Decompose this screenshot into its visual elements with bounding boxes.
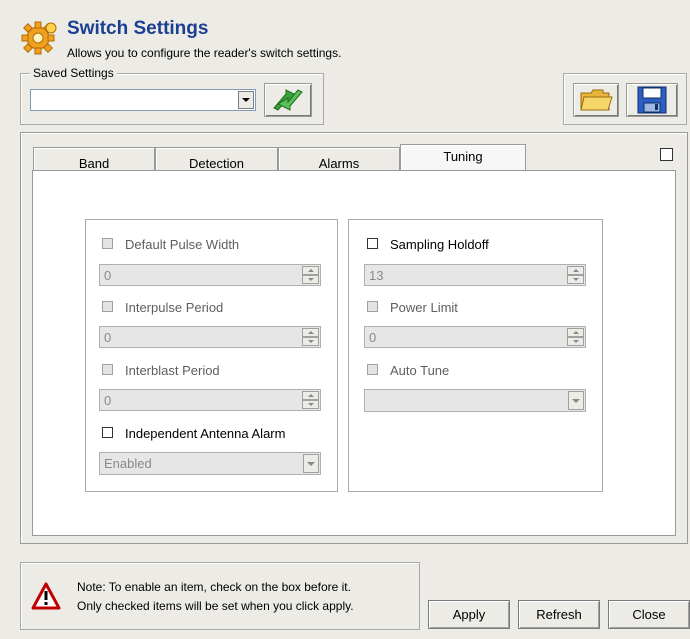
sampling-holdoff-spinner[interactable]: 13 (364, 264, 586, 286)
interblast-period-value: 0 (104, 393, 112, 408)
spin-down-icon[interactable] (302, 337, 319, 346)
sampling-holdoff-value: 13 (369, 268, 384, 283)
interpulse-period-checkbox[interactable] (102, 301, 113, 312)
load-settings-button[interactable] (264, 83, 312, 117)
save-button[interactable] (626, 83, 678, 117)
auto-tune-select[interactable] (364, 389, 586, 412)
spin-down-icon[interactable] (302, 400, 319, 409)
independent-antenna-alarm-checkbox[interactable] (102, 427, 113, 438)
chevron-down-icon[interactable] (568, 391, 584, 410)
spin-up-icon[interactable] (302, 391, 319, 400)
swap-arrows-icon (273, 89, 303, 111)
spin-up-icon[interactable] (567, 328, 584, 337)
sampling-holdoff-label: Sampling Holdoff (390, 237, 489, 252)
power-limit-checkbox[interactable] (367, 301, 378, 312)
independent-antenna-alarm-value: Enabled (104, 456, 152, 471)
interblast-period-label: Interblast Period (125, 363, 220, 378)
power-limit-value: 0 (369, 330, 377, 345)
auto-tune-checkbox[interactable] (367, 364, 378, 375)
default-pulse-width-checkbox[interactable] (102, 238, 113, 249)
spin-up-icon[interactable] (567, 266, 584, 275)
default-pulse-width-label: Default Pulse Width (125, 237, 240, 252)
page-title: Switch Settings (67, 18, 209, 39)
spin-down-icon[interactable] (567, 337, 584, 346)
spin-up-icon[interactable] (302, 328, 319, 337)
spin-down-icon[interactable] (302, 275, 319, 284)
refresh-button[interactable]: Refresh (518, 600, 600, 629)
note-box (20, 562, 420, 630)
saved-settings-select[interactable] (30, 89, 256, 111)
independent-antenna-alarm-label: Independent Antenna Alarm (125, 426, 286, 441)
sampling-holdoff-checkbox[interactable] (367, 238, 378, 249)
select-all-checkbox[interactable] (660, 148, 673, 161)
interpulse-period-spinner[interactable]: 0 (99, 326, 321, 348)
warning-icon (31, 582, 61, 610)
interpulse-period-value: 0 (104, 330, 112, 345)
chevron-down-icon[interactable] (238, 91, 254, 109)
right-settings-group (348, 219, 603, 492)
note-line-2: Only checked items will be set when you … (77, 599, 354, 613)
open-button[interactable] (573, 83, 619, 117)
interpulse-period-label: Interpulse Period (125, 300, 224, 315)
default-pulse-width-spinner[interactable]: 0 (99, 264, 321, 286)
tab-tuning[interactable]: Tuning (400, 144, 526, 171)
spin-up-icon[interactable] (302, 266, 319, 275)
saved-settings-legend: Saved Settings (30, 66, 117, 80)
interblast-period-spinner[interactable]: 0 (99, 389, 321, 411)
tab-band[interactable]: Band (33, 147, 155, 171)
tab-alarms[interactable]: Alarms (278, 147, 400, 171)
default-pulse-width-value: 0 (104, 268, 112, 283)
page-subtitle: Allows you to configure the reader's swi… (67, 46, 342, 60)
independent-antenna-alarm-select[interactable]: Enabled (99, 452, 321, 475)
note-line-1: Note: To enable an item, check on the bo… (77, 580, 351, 594)
folder-icon (580, 89, 613, 111)
chevron-down-icon[interactable] (303, 454, 319, 473)
power-limit-label: Power Limit (390, 300, 458, 315)
gear-icon (20, 18, 60, 58)
spin-down-icon[interactable] (567, 275, 584, 284)
interblast-period-checkbox[interactable] (102, 364, 113, 375)
floppy-disk-icon (637, 86, 667, 114)
apply-button[interactable]: Apply (428, 600, 510, 629)
close-button[interactable]: Close (608, 600, 690, 629)
tab-detection[interactable]: Detection (155, 147, 278, 171)
auto-tune-label: Auto Tune (390, 363, 450, 378)
power-limit-spinner[interactable]: 0 (364, 326, 586, 348)
